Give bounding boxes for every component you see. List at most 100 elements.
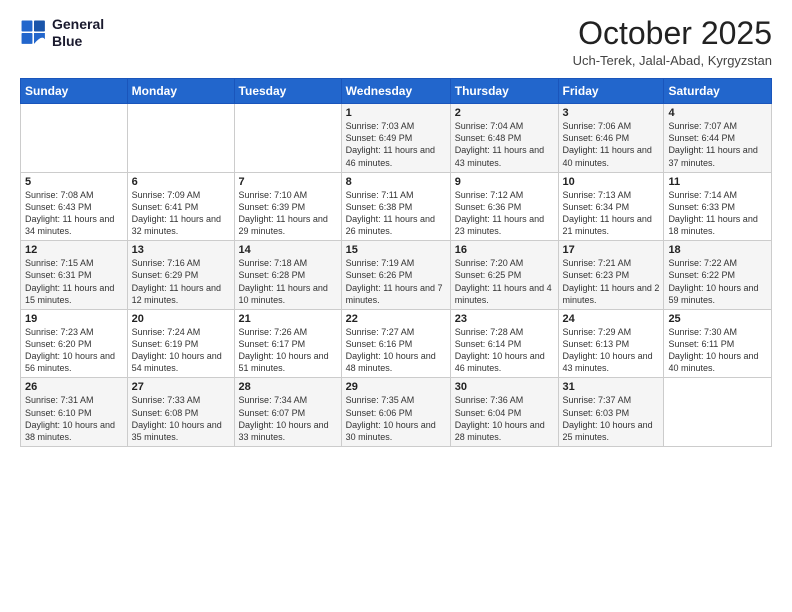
calendar-cell <box>127 104 234 173</box>
day-number: 27 <box>132 381 230 393</box>
day-number: 30 <box>455 381 554 393</box>
calendar-cell: 22Sunrise: 7:27 AM Sunset: 6:16 PM Dayli… <box>341 309 450 378</box>
day-info: Sunrise: 7:37 AM Sunset: 6:03 PM Dayligh… <box>563 394 660 443</box>
day-info: Sunrise: 7:21 AM Sunset: 6:23 PM Dayligh… <box>563 257 660 306</box>
calendar-cell <box>21 104 128 173</box>
day-number: 16 <box>455 244 554 256</box>
calendar-cell: 19Sunrise: 7:23 AM Sunset: 6:20 PM Dayli… <box>21 309 128 378</box>
location-subtitle: Uch-Terek, Jalal-Abad, Kyrgyzstan <box>573 53 772 68</box>
calendar-cell: 2Sunrise: 7:04 AM Sunset: 6:48 PM Daylig… <box>450 104 558 173</box>
calendar-cell: 10Sunrise: 7:13 AM Sunset: 6:34 PM Dayli… <box>558 172 664 241</box>
calendar-cell: 30Sunrise: 7:36 AM Sunset: 6:04 PM Dayli… <box>450 378 558 447</box>
calendar-cell: 18Sunrise: 7:22 AM Sunset: 6:22 PM Dayli… <box>664 241 772 310</box>
calendar-table: SundayMondayTuesdayWednesdayThursdayFrid… <box>20 78 772 447</box>
day-info: Sunrise: 7:06 AM Sunset: 6:46 PM Dayligh… <box>563 120 660 169</box>
day-number: 2 <box>455 107 554 119</box>
day-info: Sunrise: 7:33 AM Sunset: 6:08 PM Dayligh… <box>132 394 230 443</box>
calendar-cell: 27Sunrise: 7:33 AM Sunset: 6:08 PM Dayli… <box>127 378 234 447</box>
calendar-cell: 14Sunrise: 7:18 AM Sunset: 6:28 PM Dayli… <box>234 241 341 310</box>
day-info: Sunrise: 7:03 AM Sunset: 6:49 PM Dayligh… <box>346 120 446 169</box>
page: General Blue October 2025 Uch-Terek, Jal… <box>0 0 792 612</box>
day-info: Sunrise: 7:13 AM Sunset: 6:34 PM Dayligh… <box>563 189 660 238</box>
day-info: Sunrise: 7:35 AM Sunset: 6:06 PM Dayligh… <box>346 394 446 443</box>
calendar-cell: 29Sunrise: 7:35 AM Sunset: 6:06 PM Dayli… <box>341 378 450 447</box>
calendar-week-row: 1Sunrise: 7:03 AM Sunset: 6:49 PM Daylig… <box>21 104 772 173</box>
calendar-cell <box>664 378 772 447</box>
day-number: 15 <box>346 244 446 256</box>
day-info: Sunrise: 7:24 AM Sunset: 6:19 PM Dayligh… <box>132 326 230 375</box>
day-number: 13 <box>132 244 230 256</box>
day-number: 1 <box>346 107 446 119</box>
day-number: 31 <box>563 381 660 393</box>
logo-icon <box>20 19 48 47</box>
day-number: 8 <box>346 176 446 188</box>
day-number: 20 <box>132 313 230 325</box>
logo-line2: Blue <box>52 33 104 50</box>
calendar-cell: 24Sunrise: 7:29 AM Sunset: 6:13 PM Dayli… <box>558 309 664 378</box>
day-number: 19 <box>25 313 123 325</box>
day-number: 7 <box>239 176 337 188</box>
calendar-cell <box>234 104 341 173</box>
calendar-cell: 20Sunrise: 7:24 AM Sunset: 6:19 PM Dayli… <box>127 309 234 378</box>
day-number: 22 <box>346 313 446 325</box>
day-number: 10 <box>563 176 660 188</box>
day-info: Sunrise: 7:28 AM Sunset: 6:14 PM Dayligh… <box>455 326 554 375</box>
calendar-cell: 5Sunrise: 7:08 AM Sunset: 6:43 PM Daylig… <box>21 172 128 241</box>
day-info: Sunrise: 7:31 AM Sunset: 6:10 PM Dayligh… <box>25 394 123 443</box>
day-info: Sunrise: 7:27 AM Sunset: 6:16 PM Dayligh… <box>346 326 446 375</box>
day-info: Sunrise: 7:36 AM Sunset: 6:04 PM Dayligh… <box>455 394 554 443</box>
col-header-tuesday: Tuesday <box>234 79 341 104</box>
calendar-cell: 8Sunrise: 7:11 AM Sunset: 6:38 PM Daylig… <box>341 172 450 241</box>
header: General Blue October 2025 Uch-Terek, Jal… <box>20 16 772 68</box>
day-number: 23 <box>455 313 554 325</box>
calendar-cell: 23Sunrise: 7:28 AM Sunset: 6:14 PM Dayli… <box>450 309 558 378</box>
day-number: 24 <box>563 313 660 325</box>
calendar-cell: 9Sunrise: 7:12 AM Sunset: 6:36 PM Daylig… <box>450 172 558 241</box>
day-info: Sunrise: 7:15 AM Sunset: 6:31 PM Dayligh… <box>25 257 123 306</box>
calendar-cell: 16Sunrise: 7:20 AM Sunset: 6:25 PM Dayli… <box>450 241 558 310</box>
calendar-cell: 25Sunrise: 7:30 AM Sunset: 6:11 PM Dayli… <box>664 309 772 378</box>
day-info: Sunrise: 7:16 AM Sunset: 6:29 PM Dayligh… <box>132 257 230 306</box>
calendar-cell: 12Sunrise: 7:15 AM Sunset: 6:31 PM Dayli… <box>21 241 128 310</box>
calendar-week-row: 19Sunrise: 7:23 AM Sunset: 6:20 PM Dayli… <box>21 309 772 378</box>
day-info: Sunrise: 7:04 AM Sunset: 6:48 PM Dayligh… <box>455 120 554 169</box>
day-info: Sunrise: 7:11 AM Sunset: 6:38 PM Dayligh… <box>346 189 446 238</box>
day-info: Sunrise: 7:14 AM Sunset: 6:33 PM Dayligh… <box>668 189 767 238</box>
col-header-friday: Friday <box>558 79 664 104</box>
month-title: October 2025 <box>573 16 772 51</box>
calendar-cell: 21Sunrise: 7:26 AM Sunset: 6:17 PM Dayli… <box>234 309 341 378</box>
col-header-thursday: Thursday <box>450 79 558 104</box>
calendar-header-row: SundayMondayTuesdayWednesdayThursdayFrid… <box>21 79 772 104</box>
calendar-cell: 26Sunrise: 7:31 AM Sunset: 6:10 PM Dayli… <box>21 378 128 447</box>
day-info: Sunrise: 7:10 AM Sunset: 6:39 PM Dayligh… <box>239 189 337 238</box>
calendar-week-row: 5Sunrise: 7:08 AM Sunset: 6:43 PM Daylig… <box>21 172 772 241</box>
calendar-cell: 1Sunrise: 7:03 AM Sunset: 6:49 PM Daylig… <box>341 104 450 173</box>
day-info: Sunrise: 7:08 AM Sunset: 6:43 PM Dayligh… <box>25 189 123 238</box>
col-header-saturday: Saturday <box>664 79 772 104</box>
day-info: Sunrise: 7:09 AM Sunset: 6:41 PM Dayligh… <box>132 189 230 238</box>
day-info: Sunrise: 7:18 AM Sunset: 6:28 PM Dayligh… <box>239 257 337 306</box>
col-header-sunday: Sunday <box>21 79 128 104</box>
calendar-cell: 31Sunrise: 7:37 AM Sunset: 6:03 PM Dayli… <box>558 378 664 447</box>
calendar-cell: 11Sunrise: 7:14 AM Sunset: 6:33 PM Dayli… <box>664 172 772 241</box>
logo: General Blue <box>20 16 104 50</box>
day-number: 6 <box>132 176 230 188</box>
day-info: Sunrise: 7:34 AM Sunset: 6:07 PM Dayligh… <box>239 394 337 443</box>
day-number: 28 <box>239 381 337 393</box>
day-info: Sunrise: 7:07 AM Sunset: 6:44 PM Dayligh… <box>668 120 767 169</box>
logo-line1: General <box>52 16 104 33</box>
day-number: 11 <box>668 176 767 188</box>
calendar-cell: 13Sunrise: 7:16 AM Sunset: 6:29 PM Dayli… <box>127 241 234 310</box>
col-header-monday: Monday <box>127 79 234 104</box>
day-number: 26 <box>25 381 123 393</box>
day-info: Sunrise: 7:23 AM Sunset: 6:20 PM Dayligh… <box>25 326 123 375</box>
calendar-cell: 6Sunrise: 7:09 AM Sunset: 6:41 PM Daylig… <box>127 172 234 241</box>
day-number: 9 <box>455 176 554 188</box>
day-info: Sunrise: 7:19 AM Sunset: 6:26 PM Dayligh… <box>346 257 446 306</box>
calendar-cell: 4Sunrise: 7:07 AM Sunset: 6:44 PM Daylig… <box>664 104 772 173</box>
day-number: 18 <box>668 244 767 256</box>
day-number: 4 <box>668 107 767 119</box>
calendar-cell: 28Sunrise: 7:34 AM Sunset: 6:07 PM Dayli… <box>234 378 341 447</box>
day-info: Sunrise: 7:12 AM Sunset: 6:36 PM Dayligh… <box>455 189 554 238</box>
day-info: Sunrise: 7:22 AM Sunset: 6:22 PM Dayligh… <box>668 257 767 306</box>
